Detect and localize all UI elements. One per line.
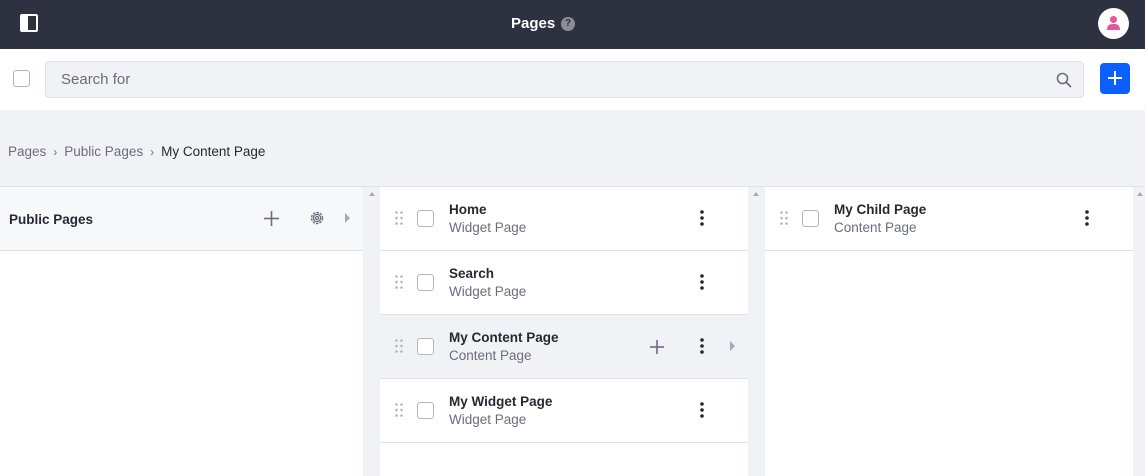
management-toolbar [0, 49, 1145, 110]
list-item-active[interactable]: My Content Page Content Page [380, 315, 748, 379]
row-checkbox[interactable] [417, 402, 434, 419]
list-item[interactable]: My Child Page Content Page [765, 187, 1133, 251]
caret-right-icon[interactable] [730, 341, 735, 351]
row-subtitle: Content Page [449, 348, 532, 363]
kebab-menu-icon[interactable] [700, 402, 704, 418]
top-bar: Pages ? [0, 0, 1145, 49]
row-checkbox[interactable] [417, 210, 434, 227]
plus-icon [1108, 71, 1122, 85]
caret-right-icon[interactable] [345, 213, 350, 223]
avatar[interactable] [1098, 8, 1129, 39]
miller-columns: Public Pages Home Widget Page Search Wid… [0, 186, 1145, 476]
add-page-button[interactable] [1100, 63, 1130, 94]
row-title[interactable]: My Content Page [449, 330, 559, 345]
help-icon[interactable]: ? [561, 17, 575, 31]
drag-handle-icon[interactable] [780, 211, 788, 225]
search-icon[interactable] [1056, 72, 1072, 88]
select-all-checkbox[interactable] [13, 70, 30, 87]
add-child-icon[interactable] [263, 210, 280, 227]
row-title[interactable]: Home [449, 202, 487, 217]
search-box [45, 61, 1084, 98]
row-title[interactable]: My Child Page [834, 202, 926, 217]
list-item[interactable]: Search Widget Page [380, 251, 748, 315]
row-checkbox[interactable] [417, 338, 434, 355]
column-public-pages-children: Home Widget Page Search Widget Page My C… [380, 187, 748, 476]
gear-icon[interactable] [309, 210, 325, 226]
drag-handle-icon[interactable] [395, 339, 403, 353]
add-child-icon[interactable] [649, 339, 665, 355]
drag-handle-icon[interactable] [395, 211, 403, 225]
chevron-right-icon: › [150, 144, 155, 159]
row-checkbox[interactable] [417, 274, 434, 291]
column-my-content-page-children: My Child Page Content Page [765, 187, 1133, 476]
scroll-up-arrow[interactable] [1137, 192, 1143, 196]
column-public-pages: Public Pages [0, 187, 363, 476]
kebab-menu-icon[interactable] [1085, 210, 1089, 226]
row-subtitle: Widget Page [449, 220, 527, 235]
list-item[interactable]: Home Widget Page [380, 187, 748, 251]
breadcrumb-item-public-pages[interactable]: Public Pages [64, 144, 143, 159]
breadcrumb: Pages › Public Pages › My Content Page [8, 144, 265, 159]
chevron-right-icon: › [53, 144, 58, 159]
sidebar-toggle-icon[interactable] [20, 14, 38, 32]
kebab-menu-icon[interactable] [700, 210, 704, 226]
row-title[interactable]: My Widget Page [449, 394, 552, 409]
row-title[interactable]: Search [449, 266, 494, 281]
row-checkbox[interactable] [802, 210, 819, 227]
scroll-up-arrow[interactable] [369, 192, 375, 196]
user-icon [1107, 16, 1120, 30]
scroll-up-arrow[interactable] [753, 192, 759, 196]
breadcrumb-item-current: My Content Page [161, 144, 266, 159]
row-subtitle: Widget Page [449, 284, 527, 299]
page-title: Pages [511, 15, 556, 32]
kebab-menu-icon[interactable] [700, 338, 704, 354]
list-item[interactable]: My Widget Page Widget Page [380, 379, 748, 443]
search-input[interactable] [46, 62, 1036, 97]
column-header-title: Public Pages [9, 212, 94, 227]
breadcrumb-item-pages[interactable]: Pages [8, 144, 46, 159]
row-subtitle: Widget Page [449, 412, 527, 427]
kebab-menu-icon[interactable] [700, 274, 704, 290]
row-subtitle: Content Page [834, 220, 917, 235]
drag-handle-icon[interactable] [395, 275, 403, 289]
column-header-public-pages[interactable]: Public Pages [0, 187, 363, 251]
drag-handle-icon[interactable] [395, 403, 403, 417]
